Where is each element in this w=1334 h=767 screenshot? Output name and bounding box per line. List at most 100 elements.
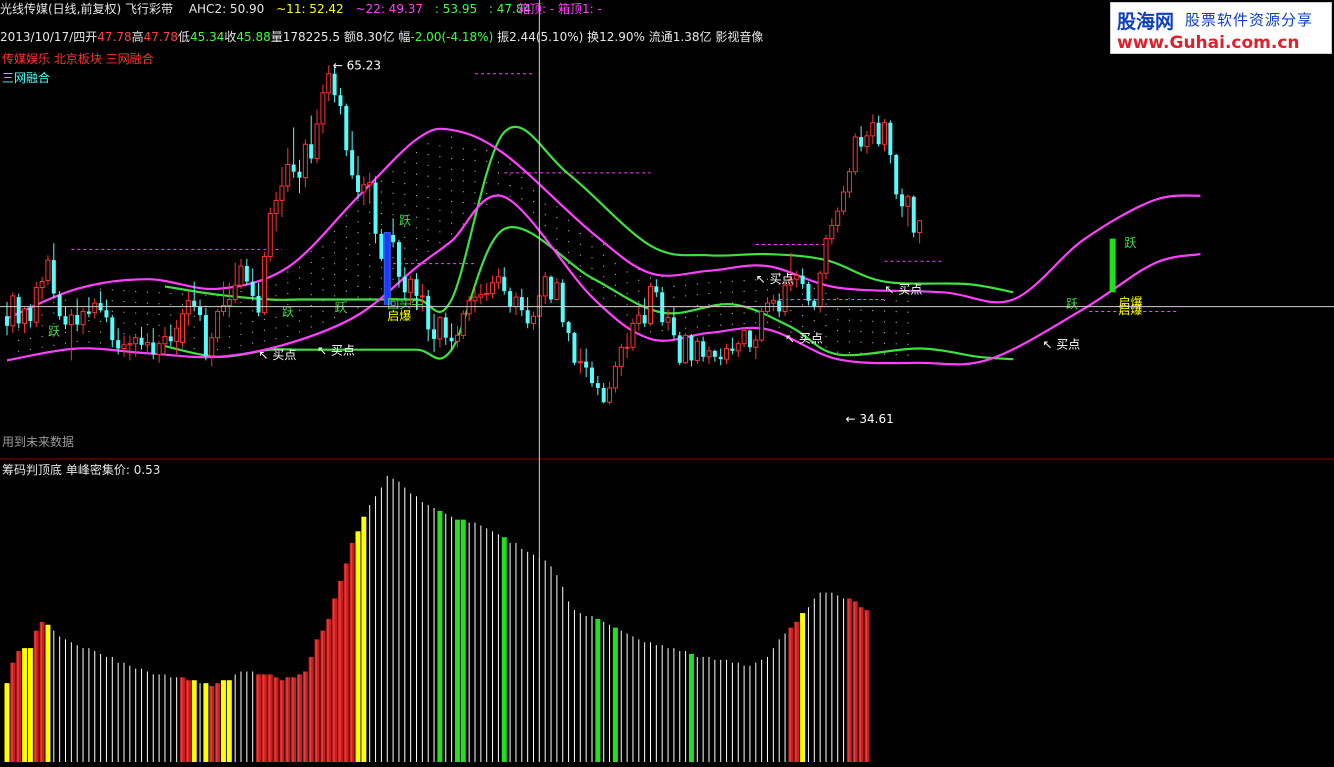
candle-body <box>549 276 554 300</box>
band-dot <box>404 258 406 260</box>
band-dot <box>802 304 804 306</box>
band-dot <box>614 273 617 275</box>
ma22-value: ~22: 49.37 <box>355 2 424 16</box>
chip-bar-highlight <box>298 674 300 762</box>
band-dot <box>685 295 687 297</box>
band-dot <box>673 296 675 298</box>
candle-body <box>584 361 589 368</box>
band-dot <box>860 320 862 322</box>
band-dot <box>263 329 265 331</box>
candle-body <box>16 297 21 324</box>
band-dot <box>41 325 43 327</box>
info-open: 47.78 <box>97 30 132 44</box>
signal-label: ↖ 买点 <box>259 348 297 362</box>
band-dot <box>18 329 20 331</box>
band-dot <box>708 282 710 284</box>
band-dot <box>357 242 359 244</box>
band-dot <box>521 198 523 200</box>
band-dot <box>860 331 862 333</box>
candle-body <box>542 276 548 297</box>
candle-body <box>432 329 437 339</box>
candle-body <box>57 294 62 317</box>
band-dot <box>193 337 195 339</box>
band-dot <box>603 265 605 267</box>
band-dot <box>731 313 734 315</box>
band-dot <box>392 278 394 280</box>
band-dot <box>462 191 464 193</box>
candle-body <box>531 315 536 324</box>
band-dot <box>228 325 230 327</box>
band-dot <box>100 288 102 290</box>
band-dot <box>509 195 511 197</box>
band-dot <box>357 296 359 298</box>
candle <box>648 282 653 326</box>
band-dot <box>521 187 523 189</box>
band-dot <box>158 313 160 315</box>
candle-body <box>267 213 273 257</box>
candle-body <box>660 292 665 323</box>
band-dot <box>287 325 289 327</box>
candle-body <box>232 284 238 300</box>
candle-body <box>391 235 396 243</box>
candle-body <box>566 322 571 333</box>
band-dot <box>427 207 429 209</box>
band-dot <box>427 186 429 188</box>
band-dot <box>275 295 277 297</box>
band-dot <box>193 347 195 350</box>
candle-body <box>379 233 384 259</box>
chip-bar-highlight <box>11 662 13 762</box>
candle-body <box>888 122 893 155</box>
candle-body <box>454 334 460 342</box>
chip-bar-highlight <box>847 598 850 762</box>
band-dot <box>895 311 897 313</box>
band-dot <box>334 316 336 318</box>
band-dot <box>544 225 546 227</box>
band-dot <box>252 342 254 344</box>
band-dot <box>462 201 464 204</box>
candle-body <box>472 296 478 302</box>
band-dot <box>135 312 137 314</box>
candle-body <box>823 238 829 274</box>
candle-body <box>238 265 244 286</box>
band-dot <box>848 352 851 354</box>
candle-body <box>133 337 139 345</box>
candle-body <box>39 281 45 289</box>
chart-canvas[interactable]: 跃↖ 买点跃↖ 买点跃跃回头牛启爆↖ 买点↖ 买点↖ 买点↖ 买点跃跃启爆启爆←… <box>0 0 1334 767</box>
band-dot <box>486 203 488 205</box>
candle-body <box>560 282 565 323</box>
band-dot <box>41 335 43 338</box>
chip-bar-highlight <box>309 656 312 762</box>
chip-bar-highlight <box>865 610 867 762</box>
info-amount: 额8.30亿 <box>343 30 395 44</box>
band-dot <box>415 238 418 240</box>
band-dot <box>88 330 90 332</box>
band-dot <box>860 309 862 311</box>
band-dot <box>310 326 312 328</box>
candle-body <box>694 340 700 361</box>
band-dot <box>497 183 499 185</box>
band-dot <box>415 195 418 197</box>
band-dot <box>357 307 359 309</box>
band-dot <box>123 290 125 292</box>
band-dot <box>263 318 265 320</box>
band-dot <box>568 230 570 232</box>
candle-body <box>51 260 56 294</box>
candle-body <box>917 220 923 234</box>
candle-body <box>127 343 133 346</box>
candle-body <box>829 224 835 240</box>
candle-body <box>256 295 261 313</box>
info-float: 流通1.38亿 <box>648 30 712 44</box>
band-dot <box>439 188 441 190</box>
band-dot <box>181 293 184 295</box>
band-dot <box>708 292 710 295</box>
band-dot <box>883 332 886 334</box>
band-dot <box>369 287 371 289</box>
chip-bar <box>612 627 618 762</box>
candle-body <box>478 294 484 298</box>
chart-title: 光线传媒(日线,前复权) 飞行彩带 <box>0 2 173 16</box>
band-dot <box>603 276 605 278</box>
chip-bar <box>501 537 507 762</box>
band-dot <box>158 324 160 326</box>
band-dot <box>392 181 394 183</box>
band-dot <box>825 303 827 305</box>
